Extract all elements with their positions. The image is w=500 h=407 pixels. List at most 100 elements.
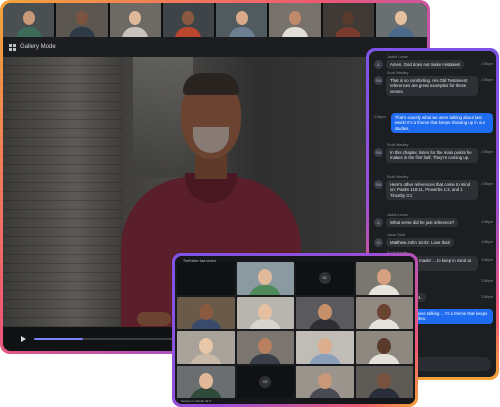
chat-timestamp: 2:56pm <box>481 279 493 283</box>
gallery-tile[interactable] <box>236 296 294 329</box>
participant-head <box>258 269 273 286</box>
participant-body <box>308 319 341 329</box>
avatar: SW <box>374 148 383 157</box>
avatar: JL <box>374 60 383 69</box>
video-progress-bar[interactable] <box>34 338 174 340</box>
participant-thumbnail[interactable] <box>162 3 214 37</box>
gallery-tile[interactable] <box>177 365 235 398</box>
video-progress-fill <box>34 338 83 340</box>
participant-thumbnail[interactable] <box>322 3 374 37</box>
avatar: SW <box>374 76 383 85</box>
gallery-tile[interactable] <box>296 331 354 364</box>
participant-body <box>388 27 415 37</box>
chat-timestamp: 2:56pm <box>481 182 493 186</box>
chat-sender-name: Jason Stolz <box>387 233 406 237</box>
participant-body <box>249 284 282 295</box>
participant-body <box>175 27 202 37</box>
participant-head <box>258 338 273 355</box>
participant-head <box>235 11 248 25</box>
chat-timestamp: 2:56pm <box>481 78 493 82</box>
participant-body <box>308 353 341 364</box>
avatar: SW <box>374 180 383 189</box>
participant-head <box>377 269 392 286</box>
participant-thumbnail[interactable] <box>216 3 268 37</box>
participant-head <box>317 303 332 320</box>
participant-body <box>68 27 95 37</box>
gallery-tile[interactable] <box>177 296 235 329</box>
participant-thumbnail[interactable] <box>3 3 55 37</box>
gallery-mode-toggle[interactable]: Gallery Mode <box>3 37 427 57</box>
gallery-tile[interactable] <box>296 365 354 398</box>
participant-body <box>308 388 341 398</box>
gallery-tile[interactable] <box>355 296 413 329</box>
participant-thumbnail[interactable] <box>269 3 321 37</box>
gallery-tile-empty[interactable] <box>177 262 235 295</box>
chat-sender-name: Jackie Lomar <box>387 213 408 217</box>
marketing-composite: Gallery Mode Jackie Lomar JL Amen. God d… <box>0 0 500 407</box>
participant-body <box>368 353 401 364</box>
gallery-tile-camera-off[interactable]: SC <box>296 262 354 295</box>
participant-head <box>395 11 408 25</box>
participant-body <box>122 27 149 37</box>
gallery-tile[interactable] <box>355 331 413 364</box>
avatar: JS <box>374 238 383 247</box>
gallery-footer-text: Session in Studio 02:3 <box>181 399 211 403</box>
chat-bubble: Matthew John 16:33. Love that! <box>386 238 454 248</box>
participant-body <box>228 27 255 37</box>
brick-wall-background <box>3 57 123 327</box>
gallery-grid: SC CE <box>177 262 413 398</box>
chat-bubble: Here's other references that come to min… <box>386 180 479 201</box>
chat-message: 2:56pm That's exactly what we were talkin… <box>374 113 493 134</box>
chat-message-row: JS Matthew John 16:33. Love that! 2:56pm <box>374 238 493 248</box>
participant-head <box>317 372 332 389</box>
chat-bubble: What verse did he just reference? <box>386 218 459 228</box>
gallery-tile[interactable] <box>177 331 235 364</box>
participant-head <box>377 372 392 389</box>
participant-head <box>198 338 213 355</box>
participant-thumbnail[interactable] <box>375 3 427 37</box>
participant-head <box>129 11 142 25</box>
participant-head <box>75 11 88 25</box>
chat-timestamp: 2:56pm <box>481 258 493 262</box>
gallery-footer: Session in Studio 02:3 <box>175 398 415 404</box>
speaker-hair <box>183 73 239 95</box>
gallery-tile[interactable] <box>355 262 413 295</box>
chat-message: Scott Westley SW That is so comforting. Hi… <box>374 71 493 97</box>
gallery-tile-camera-off[interactable]: CE <box>236 365 294 398</box>
participant-body <box>368 319 401 329</box>
gallery-tile[interactable] <box>296 296 354 329</box>
avatar: JL <box>374 218 383 227</box>
participant-body <box>189 319 222 329</box>
participant-body <box>281 27 308 37</box>
play-icon[interactable] <box>21 336 26 342</box>
gallery-tile[interactable] <box>236 331 294 364</box>
chat-bubble: That's exactly what we were talking abou… <box>390 113 493 134</box>
participant-head <box>258 303 273 320</box>
participant-thumbnail[interactable] <box>109 3 161 37</box>
chat-timestamp: 2:56pm <box>374 115 386 119</box>
gallery-tile[interactable] <box>236 262 294 295</box>
participant-head <box>22 11 35 25</box>
participant-head <box>377 338 392 355</box>
participant-head <box>198 372 213 389</box>
participant-head <box>342 11 355 25</box>
chat-timestamp: 2:56pm <box>481 295 493 299</box>
grid-icon <box>9 43 16 51</box>
chat-timestamp: 2:56pm <box>481 150 493 154</box>
chat-timestamp: 2:56pm <box>481 220 493 224</box>
participant-body <box>249 353 282 364</box>
chat-timestamp: 2:56pm <box>481 240 493 244</box>
chat-message-row: JL Amen. God does not make mistakes! 2:56p… <box>374 60 493 70</box>
participant-thumbnail[interactable] <box>56 3 108 37</box>
chat-message-row: JL What verse did he just reference? 2:56p… <box>374 218 493 228</box>
chat-sender-name: Scott Westley <box>387 143 409 147</box>
participant-body <box>249 319 282 329</box>
chat-bubble: In this chapter, listen for the main poi… <box>386 148 479 163</box>
participant-body <box>15 27 42 37</box>
chat-message-row: SW That is so comforting. His Old Testame… <box>374 76 493 97</box>
gallery-tile[interactable] <box>355 365 413 398</box>
participant-body <box>368 388 401 398</box>
chat-sender-name: Jackie Lomar <box>387 55 408 59</box>
participant-head <box>288 11 301 25</box>
gallery-window-frame: TheFalker has joined SC CE Session in Stu… <box>172 253 418 407</box>
